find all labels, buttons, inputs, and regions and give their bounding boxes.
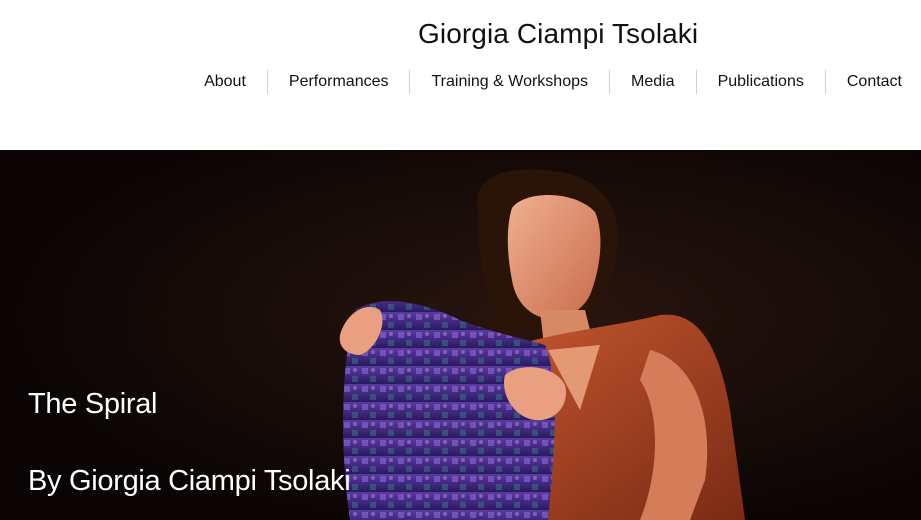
main-nav: About Performances Training & Workshops … <box>183 69 921 95</box>
site-title[interactable]: Giorgia Ciampi Tsolaki <box>418 18 698 50</box>
nav-item-media[interactable]: Media <box>610 69 696 95</box>
hero-title: The Spiral <box>28 388 158 420</box>
nav-item-about[interactable]: About <box>183 69 267 95</box>
nav-item-contact[interactable]: Contact <box>826 69 921 95</box>
site-header: Giorgia Ciampi Tsolaki About Performance… <box>0 0 921 150</box>
hero-subtitle: By Giorgia Ciampi Tsolaki <box>28 465 351 497</box>
nav-item-performances[interactable]: Performances <box>268 69 410 95</box>
nav-item-publications[interactable]: Publications <box>697 69 825 95</box>
nav-item-training-workshops[interactable]: Training & Workshops <box>410 69 609 95</box>
hero-banner: The Spiral By Giorgia Ciampi Tsolaki <box>0 150 921 520</box>
